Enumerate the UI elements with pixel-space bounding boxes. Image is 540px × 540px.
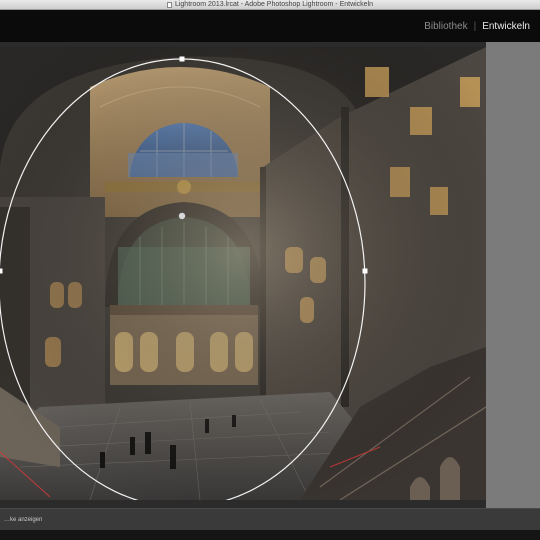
radial-handle-right[interactable] xyxy=(362,268,368,274)
radial-filter-overlay[interactable] xyxy=(0,47,486,500)
toolbar: …ke anzeigen xyxy=(0,508,540,530)
window-title-bar: Lightroom 2013.lrcat - Adobe Photoshop L… xyxy=(0,0,540,10)
radial-filter-pin[interactable] xyxy=(178,212,186,220)
radial-filter-ellipse[interactable] xyxy=(0,58,366,500)
window-title: Lightroom 2013.lrcat - Adobe Photoshop L… xyxy=(174,1,374,8)
radial-handle-left[interactable] xyxy=(0,268,3,274)
module-develop-link[interactable]: Entwickeln xyxy=(476,21,536,32)
toolbar-hint[interactable]: …ke anzeigen xyxy=(4,517,42,523)
module-library-link[interactable]: Bibliothek xyxy=(418,21,473,32)
module-picker: Bibliothek | Entwickeln xyxy=(0,10,540,42)
filmstrip[interactable] xyxy=(0,530,540,540)
right-side-panel[interactable] xyxy=(486,42,540,508)
photo-canvas[interactable] xyxy=(0,47,486,500)
radial-handle-top[interactable] xyxy=(179,56,185,62)
document-icon xyxy=(166,1,172,8)
